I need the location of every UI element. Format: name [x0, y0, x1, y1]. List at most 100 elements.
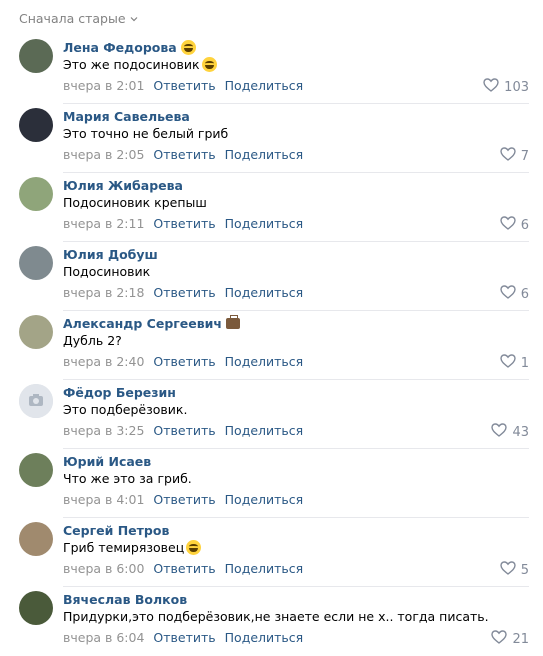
comment-author[interactable]: Лена Федорова: [63, 40, 196, 55]
like-count: 6: [520, 286, 529, 302]
comment-meta: вчера в 2:11 Ответить Поделиться: [63, 216, 303, 231]
reply-link[interactable]: Ответить: [153, 423, 215, 438]
heart-icon: [491, 630, 508, 648]
comment-meta: вчера в 2:40 Ответить Поделиться: [63, 354, 303, 369]
comment-time[interactable]: вчера в 2:05: [63, 147, 144, 162]
avatar[interactable]: [19, 108, 53, 142]
share-link[interactable]: Поделиться: [225, 354, 304, 369]
comment-text: Подосиновик: [63, 264, 150, 279]
sort-dropdown[interactable]: Сначала старые: [19, 11, 138, 26]
comment-time[interactable]: вчера в 2:11: [63, 216, 144, 231]
like-button[interactable]: 6: [500, 285, 529, 303]
comment-item: Юрий Исаев Что же это за гриб. вчера в 4:0…: [0, 449, 543, 518]
comment-time[interactable]: вчера в 4:01: [63, 492, 144, 507]
avatar[interactable]: [19, 315, 53, 349]
comment-text-content: Подосиновик крепыш: [63, 195, 207, 210]
comment-time[interactable]: вчера в 6:04: [63, 630, 144, 645]
comment-author[interactable]: Юлия Жибарева: [63, 178, 183, 193]
comment-time[interactable]: вчера в 2:18: [63, 285, 144, 300]
comment-text: Что же это за гриб.: [63, 471, 192, 486]
like-button[interactable]: 1: [500, 354, 529, 372]
comment-time[interactable]: вчера в 6:00: [63, 561, 144, 576]
comment-text-content: Подосиновик: [63, 264, 151, 279]
avatar[interactable]: [19, 453, 53, 487]
like-count: 6: [520, 217, 529, 233]
like-count: 7: [520, 148, 529, 164]
comment-author[interactable]: Юрий Исаев: [63, 454, 151, 469]
avatar[interactable]: [19, 246, 53, 280]
comment-text-content: Это же подосиновик: [63, 57, 200, 72]
share-link[interactable]: Поделиться: [225, 285, 304, 300]
comment-item: Юлия Добуш Подосиновик вчера в 2:18 Ответит…: [0, 242, 543, 311]
share-link[interactable]: Поделиться: [225, 147, 304, 162]
comment-author[interactable]: Фёдор Березин: [63, 385, 176, 400]
reply-link[interactable]: Ответить: [153, 216, 215, 231]
author-name: Вячеслав Волков: [63, 592, 188, 607]
comment-text-content: Что же это за гриб.: [63, 471, 192, 486]
comment-item: Мария Савельева Это точно не белый гриб вч…: [0, 104, 543, 173]
share-link[interactable]: Поделиться: [225, 630, 304, 645]
reply-link[interactable]: Ответить: [153, 147, 215, 162]
comment-time[interactable]: вчера в 3:25: [63, 423, 144, 438]
heart-icon: [500, 216, 516, 234]
heart-icon: [500, 285, 516, 303]
share-link[interactable]: Поделиться: [225, 492, 304, 507]
briefcase-icon: [226, 315, 241, 329]
like-count: 5: [520, 562, 529, 578]
like-count: 1: [520, 355, 529, 371]
like-count: 103: [504, 79, 529, 95]
reply-link[interactable]: Ответить: [153, 561, 215, 576]
avatar[interactable]: [19, 39, 53, 73]
reply-link[interactable]: Ответить: [153, 78, 215, 93]
comment-author[interactable]: Александр Сергеевич: [63, 315, 241, 331]
like-count: 43: [512, 424, 529, 440]
avatar[interactable]: [19, 177, 53, 211]
comment-item: Юлия Жибарева Подосиновик крепыш вчера в 2…: [0, 173, 543, 242]
author-name: Юлия Добуш: [63, 247, 158, 262]
comment-text: Подосиновик крепыш: [63, 195, 207, 210]
smile-icon: [180, 40, 196, 55]
comment-author[interactable]: Сергей Петров: [63, 523, 169, 538]
comment-time[interactable]: вчера в 2:40: [63, 354, 144, 369]
comment-text-content: Это точно не белый гриб: [63, 126, 229, 141]
comment-author[interactable]: Мария Савельева: [63, 109, 190, 124]
comment-author[interactable]: Вячеслав Волков: [63, 592, 187, 607]
author-name: Сергей Петров: [63, 523, 170, 538]
comment-item: Фёдор Березин Это подберёзовик. вчера в 3:…: [0, 380, 543, 449]
avatar[interactable]: [19, 591, 53, 625]
heart-icon: [483, 78, 499, 96]
reply-link[interactable]: Ответить: [153, 492, 215, 507]
comment-text: Дубль 2?: [63, 333, 122, 348]
comment-time[interactable]: вчера в 2:01: [63, 78, 144, 93]
comment-meta: вчера в 4:01 Ответить Поделиться: [63, 492, 303, 507]
share-link[interactable]: Поделиться: [225, 561, 304, 576]
comment-meta: вчера в 3:25 Ответить Поделиться: [63, 423, 303, 438]
like-button[interactable]: 103: [483, 78, 529, 96]
like-button[interactable]: 7: [500, 147, 529, 165]
like-count: 21: [512, 631, 529, 647]
sort-label: Сначала старые: [19, 11, 126, 26]
heart-icon: [500, 354, 516, 372]
like-button[interactable]: 6: [500, 216, 529, 234]
reply-link[interactable]: Ответить: [153, 285, 215, 300]
comment-text: Это точно не белый гриб: [63, 126, 228, 141]
heart-icon: [500, 561, 516, 579]
like-button[interactable]: 5: [500, 561, 529, 579]
like-button[interactable]: 43: [491, 423, 529, 441]
grin-icon: [201, 57, 217, 72]
author-name: Фёдор Березин: [63, 385, 176, 400]
reply-link[interactable]: Ответить: [153, 630, 215, 645]
reply-link[interactable]: Ответить: [153, 354, 215, 369]
avatar[interactable]: [19, 384, 53, 418]
author-name: Лена Федорова: [63, 40, 177, 55]
comment-meta: вчера в 2:05 Ответить Поделиться: [63, 147, 303, 162]
comment-text: Это же подосиновик: [63, 57, 217, 72]
like-button[interactable]: 21: [491, 630, 529, 648]
share-link[interactable]: Поделиться: [225, 216, 304, 231]
comment-meta: вчера в 6:00 Ответить Поделиться: [63, 561, 303, 576]
share-link[interactable]: Поделиться: [225, 423, 304, 438]
comment-meta: вчера в 2:01 Ответить Поделиться: [63, 78, 303, 93]
avatar[interactable]: [19, 522, 53, 556]
comment-author[interactable]: Юлия Добуш: [63, 247, 158, 262]
share-link[interactable]: Поделиться: [225, 78, 304, 93]
